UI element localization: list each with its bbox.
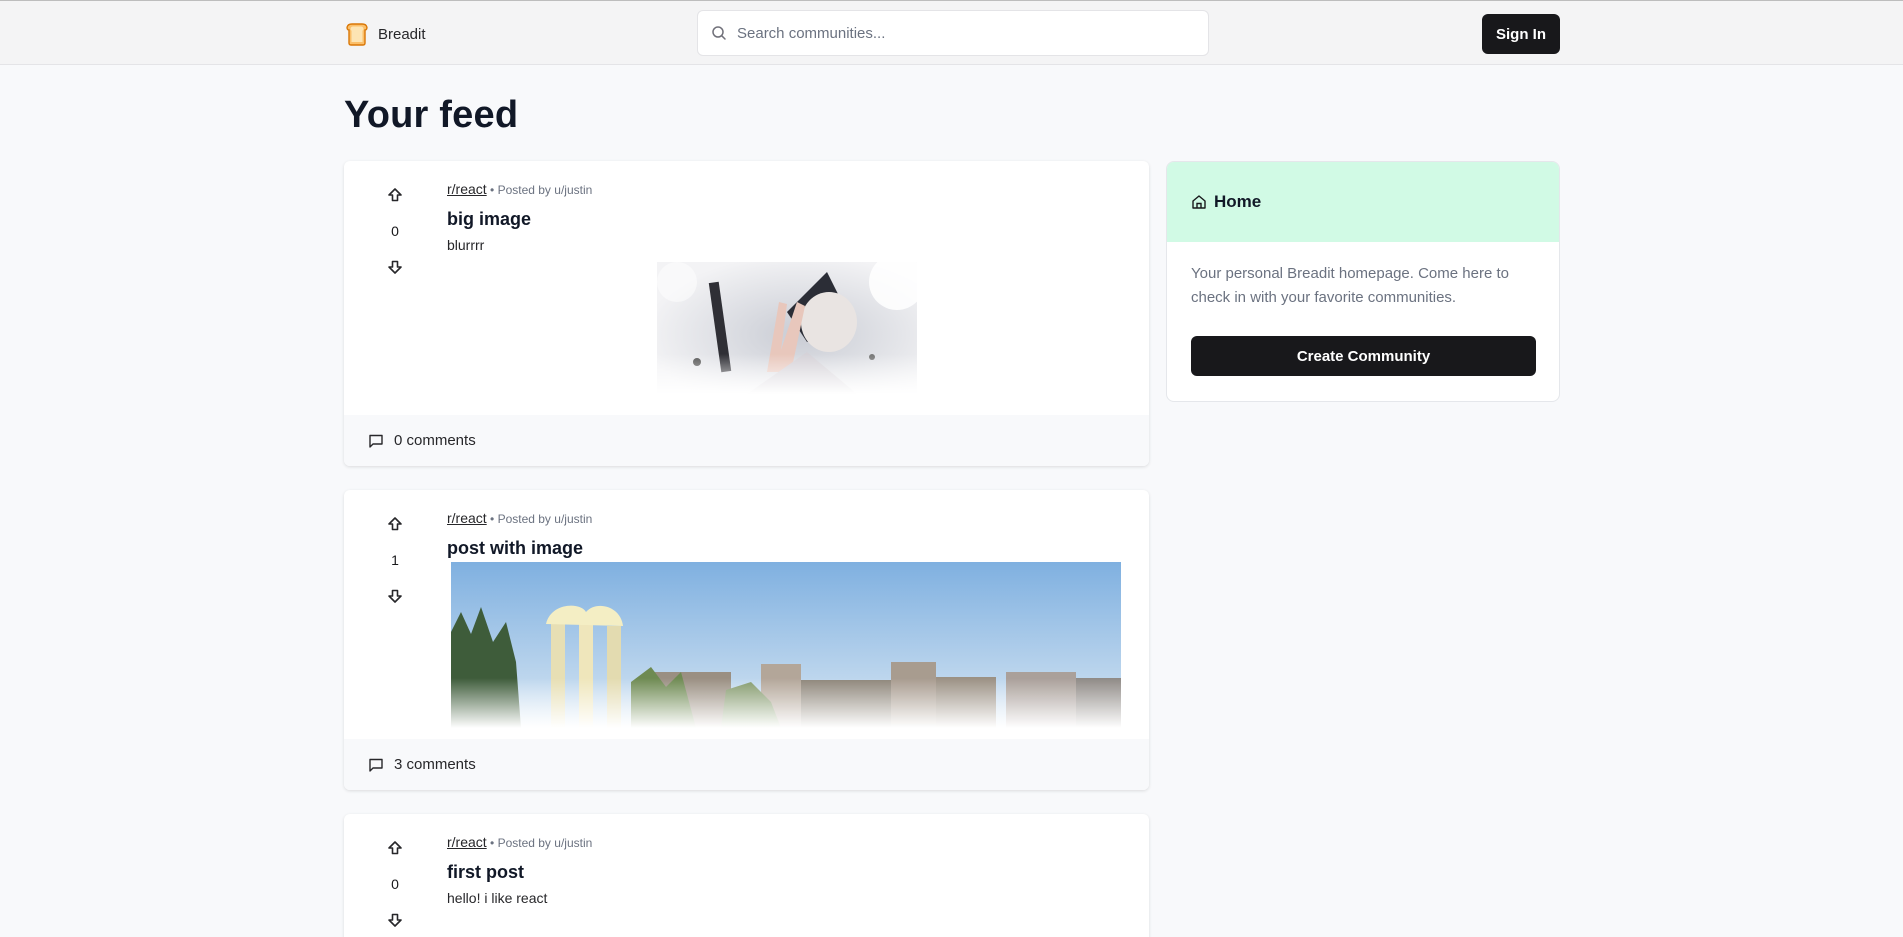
sidebar-title: Home [1214, 192, 1262, 211]
vote-count: 1 [391, 552, 399, 568]
post-meta: r/react • Posted by u/justin [447, 510, 1125, 526]
search-bar[interactable] [697, 10, 1209, 56]
arrow-big-up-icon [388, 841, 402, 855]
downvote-button[interactable] [379, 904, 411, 936]
arrow-big-down-icon [388, 589, 402, 603]
post-title[interactable]: first post [447, 861, 1125, 883]
post-text: hello! i like react [447, 890, 548, 906]
upvote-button[interactable] [379, 179, 411, 211]
subreddit-link[interactable]: r/react [447, 181, 487, 197]
downvote-button[interactable] [379, 580, 411, 612]
vote-controls: 1 [344, 508, 446, 612]
sidebar-header: Home [1167, 162, 1559, 242]
bread-logo-icon [346, 23, 368, 46]
post-card[interactable]: 0 r/react • Posted by u/justin first pos… [344, 814, 1149, 937]
home-icon [1192, 195, 1206, 209]
top-navbar: Breadit Sign In [0, 0, 1903, 65]
page-title: Your feed [344, 94, 519, 136]
vote-count: 0 [391, 876, 399, 892]
sidebar-description: Your personal Breadit homepage. Come her… [1191, 265, 1509, 306]
vote-controls: 0 [344, 179, 446, 283]
vote-count: 0 [391, 223, 399, 239]
post-body: r/react • Posted by u/justin first post … [447, 834, 1125, 907]
search-input[interactable] [737, 24, 1197, 42]
upvote-button[interactable] [379, 508, 411, 540]
posted-by: • Posted by u/justin [490, 183, 593, 197]
message-square-icon [369, 434, 383, 448]
post-body: r/react • Posted by u/justin post with i… [447, 510, 1125, 559]
post-card[interactable]: 1 r/react • Posted by u/justin post with… [344, 490, 1149, 790]
message-square-icon [369, 758, 383, 772]
vote-controls: 0 [344, 832, 446, 936]
posted-by: • Posted by u/justin [490, 512, 593, 526]
post-meta: r/react • Posted by u/justin [447, 834, 1125, 850]
post-footer[interactable]: 0 comments [344, 415, 1149, 466]
post-body: r/react • Posted by u/justin big image b… [447, 181, 1125, 254]
subreddit-link[interactable]: r/react [447, 834, 487, 850]
post-title[interactable]: post with image [447, 537, 1125, 559]
post-footer[interactable]: 3 comments [344, 739, 1149, 790]
posted-by: • Posted by u/justin [490, 836, 593, 850]
subreddit-link[interactable]: r/react [447, 510, 487, 526]
arrow-big-down-icon [388, 913, 402, 927]
post-card[interactable]: 0 r/react • Posted by u/justin big image… [344, 161, 1149, 466]
post-title[interactable]: big image [447, 208, 1125, 230]
arrow-big-up-icon [388, 188, 402, 202]
sign-in-button[interactable]: Sign In [1482, 14, 1560, 54]
brand-link[interactable]: Breadit [344, 21, 426, 47]
brand-name: Breadit [378, 25, 426, 43]
arrow-big-down-icon [388, 260, 402, 274]
post-image [451, 562, 1121, 728]
post-meta: r/react • Posted by u/justin [447, 181, 1125, 197]
comments-count[interactable]: 3 comments [394, 756, 476, 773]
post-image [657, 262, 917, 394]
comments-count[interactable]: 0 comments [394, 432, 476, 449]
downvote-button[interactable] [379, 251, 411, 283]
home-sidebar-card: Home Your personal Breadit homepage. Com… [1166, 161, 1560, 402]
search-icon [712, 26, 726, 40]
arrow-big-up-icon [388, 517, 402, 531]
post-text: blurrrr [447, 237, 485, 253]
create-community-button[interactable]: Create Community [1191, 336, 1536, 376]
upvote-button[interactable] [379, 832, 411, 864]
